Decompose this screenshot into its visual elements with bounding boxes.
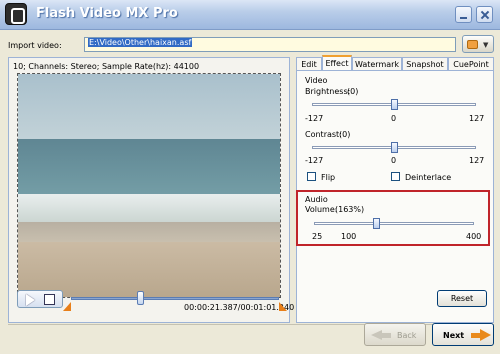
tab-snapshot[interactable]: Snapshot <box>402 57 448 71</box>
audio-highlight-box <box>296 190 490 246</box>
audio-info-text: 10; Channels: Stereo; Sample Rate(hz): 4… <box>13 62 200 71</box>
preview-panel: 10; Channels: Stereo; Sample Rate(hz): 4… <box>8 57 294 323</box>
next-button[interactable]: Next <box>432 323 494 346</box>
back-button[interactable]: Back <box>364 323 426 346</box>
title-bar: Flash Video MX Pro <box>0 0 500 30</box>
contrast-mid-label: 0 <box>391 156 397 165</box>
brightness-min-label: -127 <box>305 114 324 123</box>
contrast-max-label: 127 <box>469 156 485 165</box>
next-arrow-icon <box>480 329 491 341</box>
trim-start-marker[interactable] <box>63 302 71 311</box>
import-video-input[interactable]: E:\Video\Other\haixan.asf <box>84 37 456 52</box>
chevron-down-icon: ▼ <box>483 41 489 49</box>
contrast-min-label: -127 <box>305 156 324 165</box>
video-group-title: Video <box>305 76 328 85</box>
trim-end-marker[interactable] <box>279 302 287 311</box>
contrast-value: (0) <box>339 130 351 139</box>
flip-checkbox[interactable] <box>307 172 316 181</box>
brightness-label: Brightness: <box>305 87 351 96</box>
brightness-mid-label: 0 <box>391 114 397 123</box>
folder-icon <box>467 40 478 49</box>
video-sky <box>18 74 280 139</box>
deinterlace-checkbox[interactable] <box>391 172 400 181</box>
window-title: Flash Video MX Pro <box>36 6 178 21</box>
brightness-max-label: 127 <box>469 114 485 123</box>
import-video-path: E:\Video\Other\haixan.asf <box>88 38 193 47</box>
tab-cuepoint[interactable]: CuePoint <box>448 57 494 71</box>
browse-button[interactable]: ▼ <box>462 35 494 53</box>
next-button-label: Next <box>443 331 465 340</box>
minimize-button[interactable] <box>455 6 472 23</box>
app-logo-icon <box>5 3 27 25</box>
brightness-slider-thumb[interactable] <box>391 99 398 110</box>
play-icon[interactable] <box>26 294 35 306</box>
close-button[interactable] <box>476 6 493 23</box>
timecode: 00:00:21.387/00:01:01.240 <box>184 303 295 312</box>
reset-button[interactable]: Reset <box>437 290 487 307</box>
back-button-label: Back <box>397 331 417 340</box>
seek-bar[interactable] <box>71 297 279 300</box>
deinterlace-label: Deinterlace <box>405 173 452 182</box>
tab-edit[interactable]: Edit <box>296 57 322 71</box>
video-sea <box>18 139 280 201</box>
back-arrow-tail <box>381 333 391 338</box>
tab-watermark[interactable]: Watermark <box>352 57 402 71</box>
video-wet-sand <box>18 222 280 242</box>
contrast-slider-thumb[interactable] <box>391 142 398 153</box>
flip-label: Flip <box>321 173 336 182</box>
import-video-label: Import video: <box>8 41 62 50</box>
video-surf <box>18 194 280 224</box>
stop-icon[interactable] <box>44 294 55 305</box>
brightness-value: (0) <box>347 87 359 96</box>
seek-thumb[interactable] <box>136 291 144 305</box>
playback-controls <box>17 290 63 308</box>
contrast-label: Contrast: <box>305 130 342 139</box>
video-preview <box>17 73 281 298</box>
